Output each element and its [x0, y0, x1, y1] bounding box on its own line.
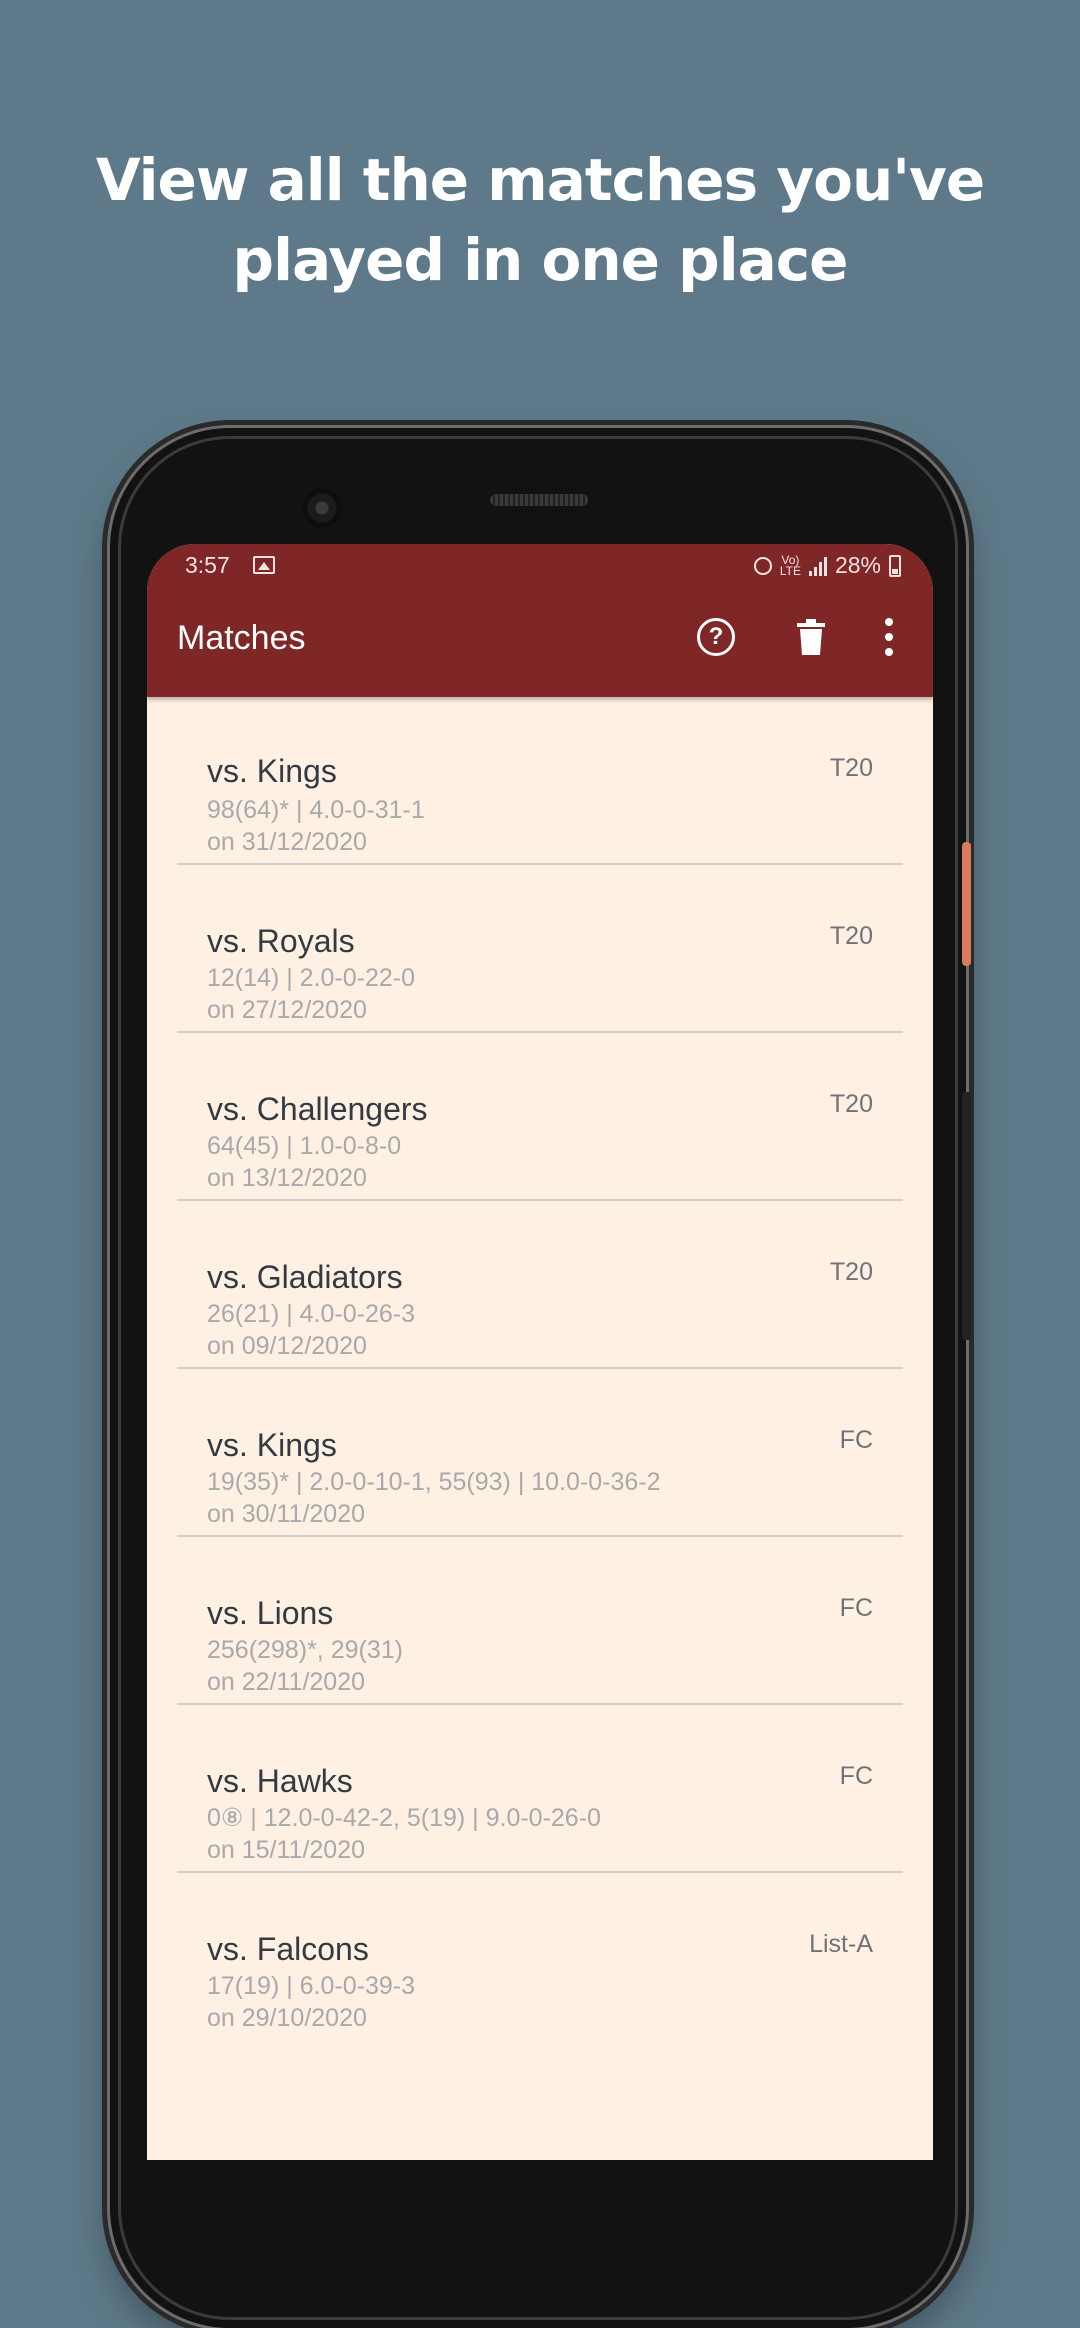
match-format: T20 [829, 754, 873, 782]
status-icons: Vo) LTE 28% [753, 552, 901, 579]
match-list-item[interactable]: vs. Kings 19(35)* | 2.0-0-10-1, 55(93) |… [177, 1369, 903, 1537]
match-date: on 15/11/2020 [207, 1836, 366, 1864]
match-opponent: vs. Kings [207, 753, 337, 789]
delete-icon[interactable] [795, 618, 827, 656]
match-list-item[interactable]: vs. Falcons 17(19) | 6.0-0-39-3 on 29/10… [177, 1873, 903, 2041]
match-stats: 0⑧ | 12.0-0-42-2, 5(19) | 9.0-0-26-0 [207, 1804, 601, 1832]
match-list-item[interactable]: vs. Royals 12(14) | 2.0-0-22-0 on 27/12/… [177, 865, 903, 1033]
match-date: on 09/12/2020 [207, 1332, 367, 1360]
match-list-item[interactable]: vs. Lions 256(298)*, 29(31) on 22/11/202… [177, 1537, 903, 1705]
match-list-item[interactable]: vs. Hawks 0⑧ | 12.0-0-42-2, 5(19) | 9.0-… [177, 1705, 903, 1873]
match-list-item[interactable]: vs. Gladiators 26(21) | 4.0-0-26-3 on 09… [177, 1201, 903, 1369]
match-opponent: vs. Royals [207, 923, 355, 959]
signal-icon [808, 556, 827, 576]
match-stats: 19(35)* | 2.0-0-10-1, 55(93) | 10.0-0-36… [207, 1468, 661, 1496]
match-list-item[interactable]: vs. Kings 98(64)* | 4.0-0-31-1 on 31/12/… [177, 697, 903, 865]
match-date: on 13/12/2020 [207, 1164, 367, 1192]
power-button [962, 842, 971, 966]
match-format: List-A [809, 1930, 873, 1958]
match-date: on 30/11/2020 [207, 1500, 366, 1528]
battery-icon [889, 554, 901, 577]
help-icon[interactable]: ? [697, 618, 735, 656]
match-list-item[interactable]: vs. Challengers 64(45) | 1.0-0-8-0 on 13… [177, 1033, 903, 1201]
match-format: T20 [829, 922, 873, 950]
app-bar: 3:57 Vo) LTE 28% Matches ? [147, 544, 933, 697]
volte-indicator: Vo) LTE [779, 552, 801, 578]
match-stats: 256(298)*, 29(31) [207, 1636, 403, 1664]
headline-line-1: View all the matches you've [95, 146, 985, 214]
volume-button [962, 1092, 971, 1340]
image-notification-icon [253, 556, 275, 574]
match-stats: 26(21) | 4.0-0-26-3 [207, 1300, 415, 1328]
battery-percent: 28% [834, 552, 881, 578]
match-date: on 22/11/2020 [207, 1668, 366, 1696]
page-title: Matches [177, 619, 306, 657]
match-stats: 12(14) | 2.0-0-22-0 [207, 964, 415, 992]
match-date: on 27/12/2020 [207, 996, 367, 1024]
match-date: on 29/10/2020 [207, 2004, 367, 2032]
match-format: FC [839, 1594, 873, 1622]
alarm-icon [753, 556, 772, 575]
match-date: on 31/12/2020 [207, 828, 367, 856]
match-opponent: vs. Challengers [207, 1091, 428, 1127]
match-opponent: vs. Lions [207, 1595, 334, 1631]
match-stats: 98(64)* | 4.0-0-31-1 [207, 796, 425, 824]
match-format: FC [839, 1426, 873, 1454]
match-opponent: vs. Falcons [207, 1931, 369, 1967]
headline-line-2: played in one place [232, 226, 849, 294]
match-format: T20 [829, 1258, 873, 1286]
headline: View all the matches you've played in on… [0, 140, 1080, 300]
status-bar: 3:57 Vo) LTE 28% [147, 544, 933, 588]
earpiece-speaker [490, 494, 588, 506]
matches-list: vs. Kings 98(64)* | 4.0-0-31-1 on 31/12/… [177, 697, 903, 2041]
status-time: 3:57 [185, 552, 230, 578]
phone-screen: 3:57 Vo) LTE 28% Matches ? vs. Kings 98(… [147, 544, 933, 2160]
match-format: FC [839, 1762, 873, 1790]
match-opponent: vs. Kings [207, 1427, 337, 1463]
front-camera-icon [302, 488, 342, 528]
match-format: T20 [829, 1090, 873, 1118]
match-stats: 64(45) | 1.0-0-8-0 [207, 1132, 402, 1160]
match-stats: 17(19) | 6.0-0-39-3 [207, 1972, 415, 2000]
more-vert-icon[interactable] [881, 616, 897, 658]
match-opponent: vs. Gladiators [207, 1259, 403, 1295]
match-opponent: vs. Hawks [207, 1763, 353, 1799]
